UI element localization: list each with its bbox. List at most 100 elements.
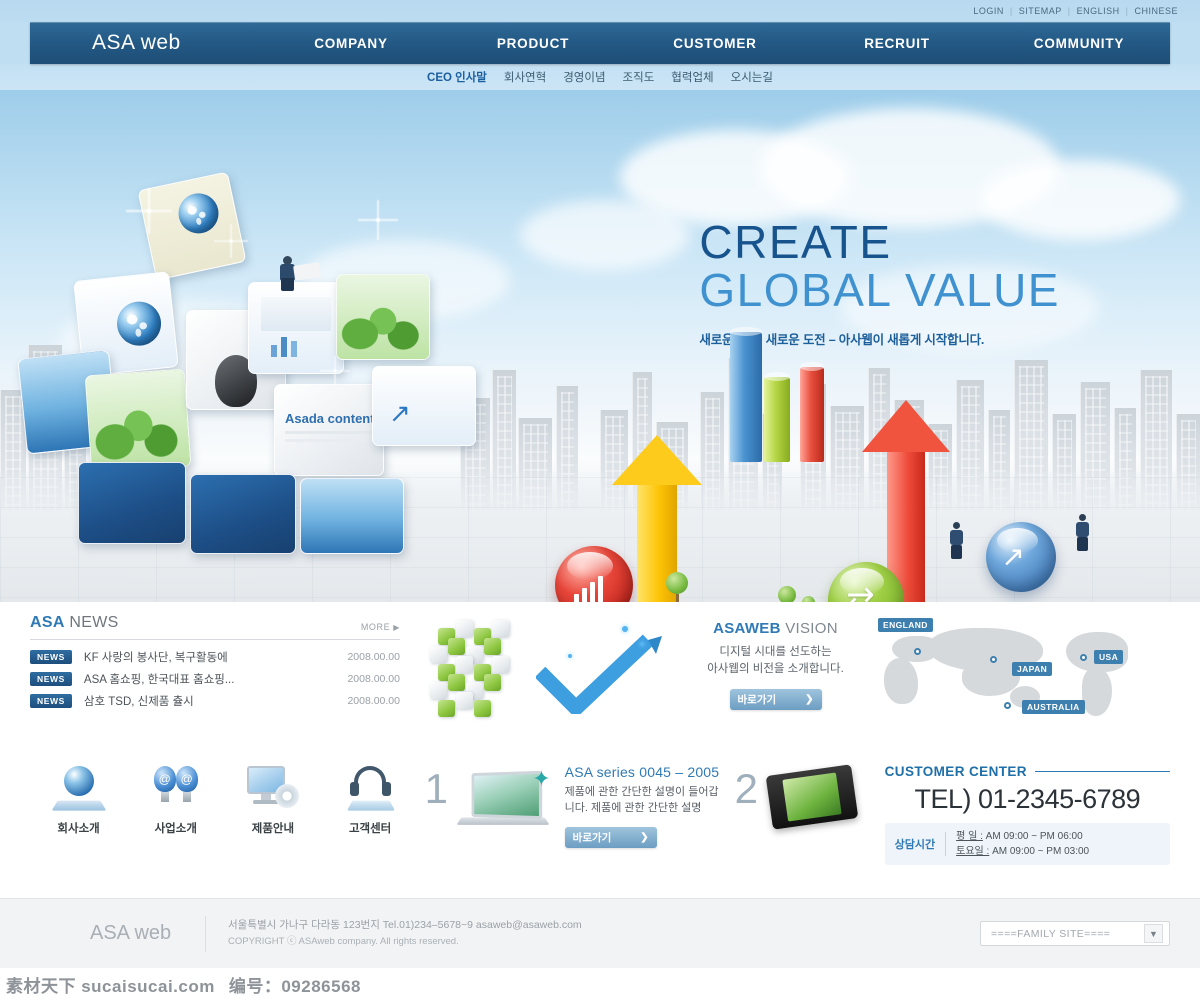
nav-item-product[interactable]: PRODUCT xyxy=(442,36,624,51)
vision-desc-line2: 아사웹의 비전을 소개합니다. xyxy=(707,663,844,676)
vision-text: ASAWEB VISION 디지털 시대를 선도하는 아사웹의 비전을 소개합니… xyxy=(688,614,863,710)
blue-growth-sphere-icon: ↗ xyxy=(986,522,1056,592)
family-site-select[interactable]: ====FAMILY SITE==== ▼ xyxy=(980,921,1170,946)
footer-address: 서울특별시 가나구 다라동 123번지 Tel.01)234–5678~9 as… xyxy=(228,919,582,931)
blue-bar-3d xyxy=(730,327,762,462)
news-item-title: KF 사랑의 봉사단, 복구활동에 xyxy=(83,652,228,664)
subnav-item-philosophy[interactable]: 경영이념 xyxy=(563,69,605,85)
globe-book-icon xyxy=(51,764,107,814)
subnav-item-history[interactable]: 회사연혁 xyxy=(504,69,546,85)
map-pin-australia xyxy=(1004,702,1011,709)
more-arrow-icon: ▶ xyxy=(393,622,400,632)
quick-link-company[interactable]: 회사소개 xyxy=(30,764,127,864)
news-list: NEWS KF 사랑의 봉사단, 복구활동에 2008.00.00 NEWS A… xyxy=(30,649,400,709)
sitemap-link[interactable]: SITEMAP xyxy=(1019,6,1062,16)
separator: | xyxy=(1125,6,1129,16)
tree-decoration xyxy=(802,596,815,602)
promo-item-2[interactable]: 2 xyxy=(735,764,885,864)
growth-checkmark-icon xyxy=(534,632,666,719)
business-person-figure xyxy=(1076,514,1089,551)
cube-sky-photo xyxy=(300,478,404,554)
site-logo[interactable]: ASA web xyxy=(30,31,260,55)
subnav-item-ceo-greeting[interactable]: CEO 인사말 xyxy=(427,69,487,85)
red-bar-3d xyxy=(800,362,824,462)
newspaper xyxy=(293,262,321,281)
vision-graphic xyxy=(418,614,688,734)
hero-banner: CREATE GLOBAL VALUE 새로운 생각, 새로운 도전 – 아사웹… xyxy=(0,90,1200,602)
vision-goto-button[interactable]: 바로가기 ❯ xyxy=(729,688,822,710)
login-link[interactable]: LOGIN xyxy=(973,6,1004,16)
subnav-item-partners[interactable]: 협력업체 xyxy=(671,69,713,85)
weekday-time: AM 09:00 ~ PM 06:00 xyxy=(985,831,1083,842)
lightbulb-at-icon: @ @ xyxy=(148,764,204,814)
map-label-usa: USA xyxy=(1094,650,1124,664)
chinese-link[interactable]: CHINESE xyxy=(1134,6,1178,16)
chart-arrow-icon: ↗ xyxy=(1001,541,1025,573)
quick-link-label: 사업소개 xyxy=(154,823,197,835)
map-label-england: ENGLAND xyxy=(878,618,933,632)
chevron-right-icon: ❯ xyxy=(805,693,814,705)
cube-label: Asada contents xyxy=(285,411,382,426)
promo-number: 1 xyxy=(424,765,449,812)
page-footer: ASA web 서울특별시 가나구 다라동 123번지 Tel.01)234–5… xyxy=(0,898,1200,968)
more-label: MORE xyxy=(360,622,391,632)
english-link[interactable]: ENGLISH xyxy=(1077,6,1120,16)
utility-links: LOGIN | SITEMAP | ENGLISH | CHINESE xyxy=(973,6,1178,16)
news-item[interactable]: NEWS KF 사랑의 봉사단, 복구활동에 2008.00.00 xyxy=(30,649,400,665)
divider xyxy=(945,832,947,856)
quick-link-business[interactable]: @ @ 사업소개 xyxy=(127,764,224,864)
nav-wrapper: ASA web COMPANY PRODUCT CUSTOMER RECRUIT… xyxy=(0,22,1200,64)
promo-goto-label: 바로가기 xyxy=(572,831,612,844)
news-item-date: 2008.00.00 xyxy=(347,673,400,685)
map-pin-usa xyxy=(1080,654,1087,661)
news-item[interactable]: NEWS 삼호 TSD, 신제품 츌시 2008.00.00 xyxy=(30,693,400,709)
promo-description: 제품에 관한 간단한 설명이 들어갑 니다. 제품에 관한 간단한 설명 xyxy=(565,785,735,817)
promo-text: ASA series 0045 – 2005 제품에 관한 간단한 설명이 들어… xyxy=(564,764,735,864)
nav-item-customer[interactable]: CUSTOMER xyxy=(624,36,806,51)
vision-goto-label: 바로가기 xyxy=(737,693,777,706)
business-person-figure xyxy=(950,522,963,559)
promo-goto-button[interactable]: 바로가기 ❯ xyxy=(564,826,657,848)
cube-blue-photo xyxy=(78,462,186,544)
vision-desc-line1: 디지털 시대를 선도하는 xyxy=(719,646,832,658)
news-item-date: 2008.00.00 xyxy=(347,695,400,707)
news-badge: NEWS xyxy=(30,694,72,708)
map-label-japan: JAPAN xyxy=(1012,662,1053,676)
customer-center-title: CUSTOMER CENTER xyxy=(884,764,1027,779)
news-title: ASA NEWS xyxy=(30,614,119,632)
separator: | xyxy=(1009,6,1013,16)
quick-link-label: 고객센터 xyxy=(348,823,392,835)
promo-number: 2 xyxy=(734,765,759,812)
promo-item-1[interactable]: 1 ✦ ASA series 0045 – 2005 제품에 관한 간단한 설명… xyxy=(425,764,735,864)
cube-leaves xyxy=(336,274,430,360)
nav-item-recruit[interactable]: RECRUIT xyxy=(806,36,988,51)
news-item[interactable]: NEWS ASA 홈쇼핑, 한국대표 홈쇼핑... 2008.00.00 xyxy=(30,671,400,687)
map-label-australia: AUSTRALIA xyxy=(1022,700,1085,714)
footer-divider xyxy=(205,915,206,952)
subnav-item-directions[interactable]: 오시는길 xyxy=(731,69,773,85)
vision-title-rest: VISION xyxy=(780,620,838,637)
customer-center-panel: CUSTOMER CENTER TEL) 01-2345-6789 상담시간 평… xyxy=(884,764,1170,865)
news-title-rest: NEWS xyxy=(64,614,119,631)
nav-items: COMPANY PRODUCT CUSTOMER RECRUIT COMMUNI… xyxy=(260,36,1170,51)
quick-link-product[interactable]: 제품안내 xyxy=(224,764,321,864)
nav-item-company[interactable]: COMPANY xyxy=(260,36,442,51)
vision-panel: ASAWEB VISION 디지털 시대를 선도하는 아사웹의 비전을 소개합니… xyxy=(400,614,870,742)
watermark-site: 素材天下 sucaisucai.com xyxy=(6,976,215,996)
separator: | xyxy=(1067,6,1071,16)
subnav-item-org-chart[interactable]: 조직도 xyxy=(623,69,655,85)
quick-link-customer-center[interactable]: 고객센터 xyxy=(322,764,419,864)
cube-asada-contents: Asada contents xyxy=(274,384,384,476)
refresh-arrows-icon: ⇄ xyxy=(846,581,875,602)
main-content: ASA NEWS MORE ▶ NEWS KF 사랑의 봉사단, 복구활동에 2… xyxy=(0,602,1200,865)
news-more-link[interactable]: MORE ▶ xyxy=(361,622,400,632)
quick-link-label: 회사소개 xyxy=(57,823,100,835)
sub-navigation: CEO 인사말 회사연혁 경영이념 조직도 협력업체 오시는길 xyxy=(0,64,1200,90)
news-item-title: ASA 홈쇼핑, 한국대표 홈쇼핑... xyxy=(83,674,235,686)
pmp-device-image xyxy=(765,764,865,836)
news-badge: NEWS xyxy=(30,672,72,686)
quick-link-label: 제품안내 xyxy=(251,823,295,835)
nav-item-community[interactable]: COMMUNITY xyxy=(988,36,1170,51)
headset-book-icon xyxy=(342,764,398,814)
laptop-butterfly-image: ✦ xyxy=(455,764,555,836)
